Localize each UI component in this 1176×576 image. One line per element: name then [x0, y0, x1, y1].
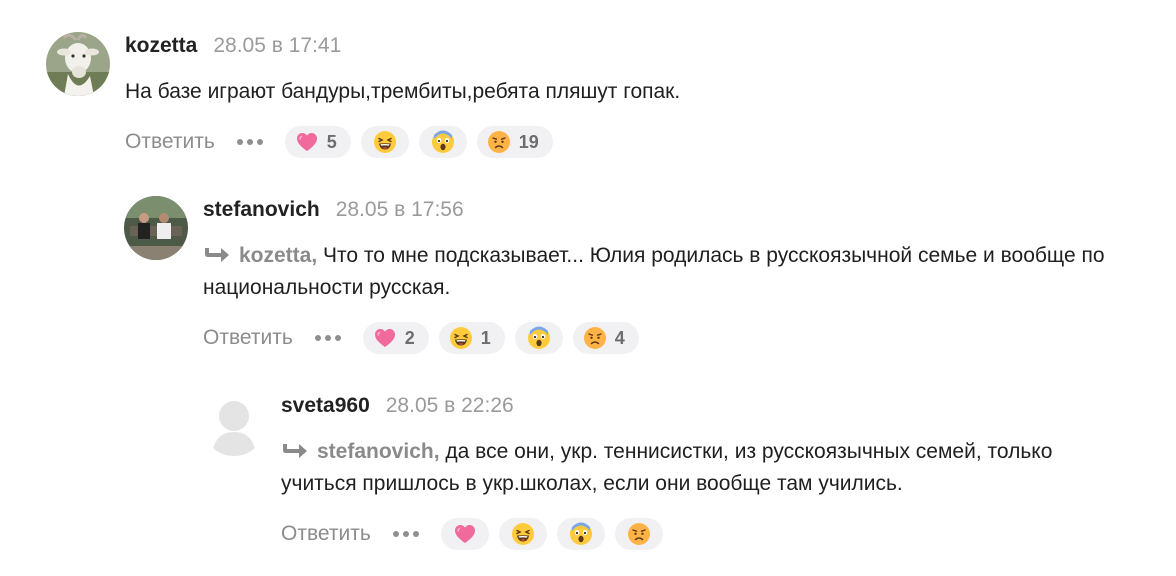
reaction-sad[interactable]: 4 — [572, 322, 639, 354]
reaction-shock[interactable] — [514, 322, 563, 354]
reaction-shock[interactable] — [418, 126, 467, 158]
reply-button[interactable]: Ответить — [281, 522, 371, 546]
reaction-sad[interactable]: 19 — [476, 126, 553, 158]
comment-timestamp[interactable]: 28.05 в 22:26 — [386, 394, 514, 418]
goat-avatar-image — [46, 32, 110, 96]
comment-author[interactable]: kozetta — [125, 34, 197, 58]
reaction-count: 5 — [326, 131, 337, 152]
reaction-laugh[interactable]: 1 — [438, 322, 505, 354]
reply-arrow-icon — [281, 442, 309, 460]
comment-text: На базе играют бандуры,трембиты,ребята п… — [125, 80, 681, 103]
reaction-heart[interactable]: 5 — [284, 126, 351, 158]
heart-icon — [295, 130, 319, 154]
reply-button[interactable]: Ответить — [203, 326, 293, 350]
more-dots-icon[interactable] — [314, 335, 341, 341]
comment-timestamp[interactable]: 28.05 в 17:56 — [336, 198, 464, 222]
shocked-face-icon — [527, 326, 551, 350]
comment-author[interactable]: stefanovich — [203, 198, 320, 222]
reaction-count: 1 — [480, 327, 491, 348]
comment-body: Что то мне подсказывает... Юлия родилась… — [203, 244, 1105, 299]
sad-face-icon — [583, 326, 607, 350]
laughing-face-icon — [449, 326, 473, 350]
reply-arrow-icon — [203, 246, 231, 264]
reaction-laugh[interactable] — [360, 126, 409, 158]
shocked-face-icon — [431, 130, 455, 154]
reaction-shock[interactable] — [556, 518, 605, 550]
heart-icon — [453, 522, 477, 546]
reaction-count: 4 — [614, 327, 625, 348]
comment-timestamp[interactable]: 28.05 в 17:41 — [213, 34, 341, 58]
heart-icon — [373, 326, 397, 350]
avatar[interactable] — [124, 196, 188, 260]
reaction-heart[interactable]: 2 — [362, 322, 429, 354]
reaction-heart[interactable] — [440, 518, 489, 550]
shocked-face-icon — [569, 522, 593, 546]
laughing-face-icon — [511, 522, 535, 546]
comment-text: stefanovich, да все они, укр. теннисистк… — [281, 436, 1081, 500]
reaction-count: 19 — [518, 131, 539, 152]
people-avatar-image — [124, 196, 188, 260]
comment-text: kozetta, Что то мне подсказывает... Юлия… — [203, 240, 1163, 304]
sad-face-icon — [627, 522, 651, 546]
sad-face-icon — [487, 130, 511, 154]
laughing-face-icon — [373, 130, 397, 154]
avatar[interactable] — [202, 392, 266, 456]
reply-button[interactable]: Ответить — [125, 130, 215, 154]
default-avatar-icon — [202, 392, 266, 456]
reply-mention[interactable]: kozetta, — [239, 244, 317, 267]
reaction-count: 2 — [404, 327, 415, 348]
avatar[interactable] — [46, 32, 110, 96]
more-dots-icon[interactable] — [392, 531, 419, 537]
comment-author[interactable]: sveta960 — [281, 394, 370, 418]
reply-mention[interactable]: stefanovich, — [317, 440, 440, 463]
more-dots-icon[interactable] — [236, 139, 263, 145]
reaction-laugh[interactable] — [498, 518, 547, 550]
reaction-sad[interactable] — [614, 518, 663, 550]
